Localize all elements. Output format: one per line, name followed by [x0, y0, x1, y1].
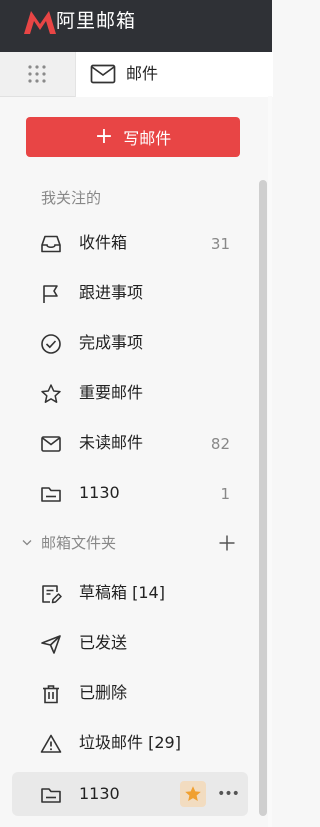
unread-count: 1 — [220, 485, 230, 503]
folder-item-spam[interactable]: 垃圾邮件 [29] — [26, 721, 240, 765]
top-bar: 阿里邮箱 — [0, 0, 272, 52]
draft-icon — [42, 585, 62, 604]
folder-item-deleted[interactable]: 已删除 — [26, 671, 240, 715]
sidebar-item-label: 跟进事项 — [79, 283, 144, 302]
folder-item-1130[interactable]: 1130 ••• — [12, 772, 248, 816]
sidebar-item-unread[interactable]: 未读邮件 82 — [26, 421, 240, 465]
tab-mail-label: 邮件 — [126, 64, 159, 83]
folder-icon — [41, 788, 61, 803]
app-title: 阿里邮箱 — [56, 10, 137, 32]
grid-icon — [28, 65, 46, 83]
sidebar-item-label: 1130 — [79, 483, 120, 502]
envelope-icon — [41, 436, 61, 452]
sidebar-item-important[interactable]: 重要邮件 — [26, 371, 240, 415]
sidebar-item-label: 完成事项 — [79, 333, 144, 352]
warning-icon — [40, 734, 62, 753]
more-options-button[interactable]: ••• — [216, 781, 240, 807]
sidebar-item-inbox[interactable]: 收件箱 31 — [26, 221, 240, 265]
folder-icon — [41, 487, 61, 502]
apps-grid-button[interactable] — [0, 52, 74, 96]
section-title-followed: 我关注的 — [41, 189, 102, 207]
star-outline-icon — [41, 384, 61, 403]
sidebar-edge — [268, 96, 272, 827]
tab-mail[interactable]: 邮件 — [75, 52, 273, 97]
send-icon — [41, 635, 61, 654]
folder-item-sent[interactable]: 已发送 — [26, 621, 240, 665]
check-circle-icon — [41, 334, 61, 354]
sidebar-item-follow-up[interactable]: 跟进事项 — [26, 271, 240, 315]
envelope-icon — [90, 64, 116, 84]
compose-label: 写邮件 — [123, 129, 172, 148]
folders-section-title: 邮箱文件夹 — [41, 534, 117, 552]
logo-icon — [24, 11, 56, 34]
folder-item-label: 垃圾邮件 [29] — [79, 733, 181, 752]
compose-button[interactable]: + 写邮件 — [26, 117, 240, 157]
folder-item-label: 1130 — [79, 784, 120, 803]
unread-count: 31 — [210, 235, 230, 253]
folder-item-label: 草稿箱 [14] — [79, 583, 165, 602]
folder-item-label: 已发送 — [79, 633, 128, 652]
inbox-icon — [41, 235, 61, 253]
tab-bar: 邮件 — [0, 52, 273, 97]
plus-icon: + — [94, 124, 114, 149]
sidebar-item-label: 未读邮件 — [79, 433, 144, 452]
unread-count: 82 — [210, 435, 230, 453]
chevron-down-icon — [22, 540, 32, 546]
folder-item-label: 已删除 — [79, 683, 128, 702]
star-filled-icon — [185, 786, 201, 802]
sidebar-item-label: 重要邮件 — [79, 383, 144, 402]
trash-icon — [43, 685, 59, 704]
folders-section-header[interactable]: 邮箱文件夹 — [18, 532, 240, 556]
add-folder-icon[interactable] — [218, 534, 236, 552]
favorite-button[interactable] — [180, 781, 206, 807]
folder-item-drafts[interactable]: 草稿箱 [14] — [26, 571, 240, 615]
sidebar-item-1130[interactable]: 1130 1 — [26, 471, 240, 515]
sidebar-item-completed[interactable]: 完成事项 — [26, 321, 240, 365]
more-dots-icon: ••• — [217, 786, 240, 802]
sidebar-item-label: 收件箱 — [79, 233, 128, 252]
scrollbar[interactable] — [259, 180, 267, 816]
flag-icon — [43, 285, 58, 303]
